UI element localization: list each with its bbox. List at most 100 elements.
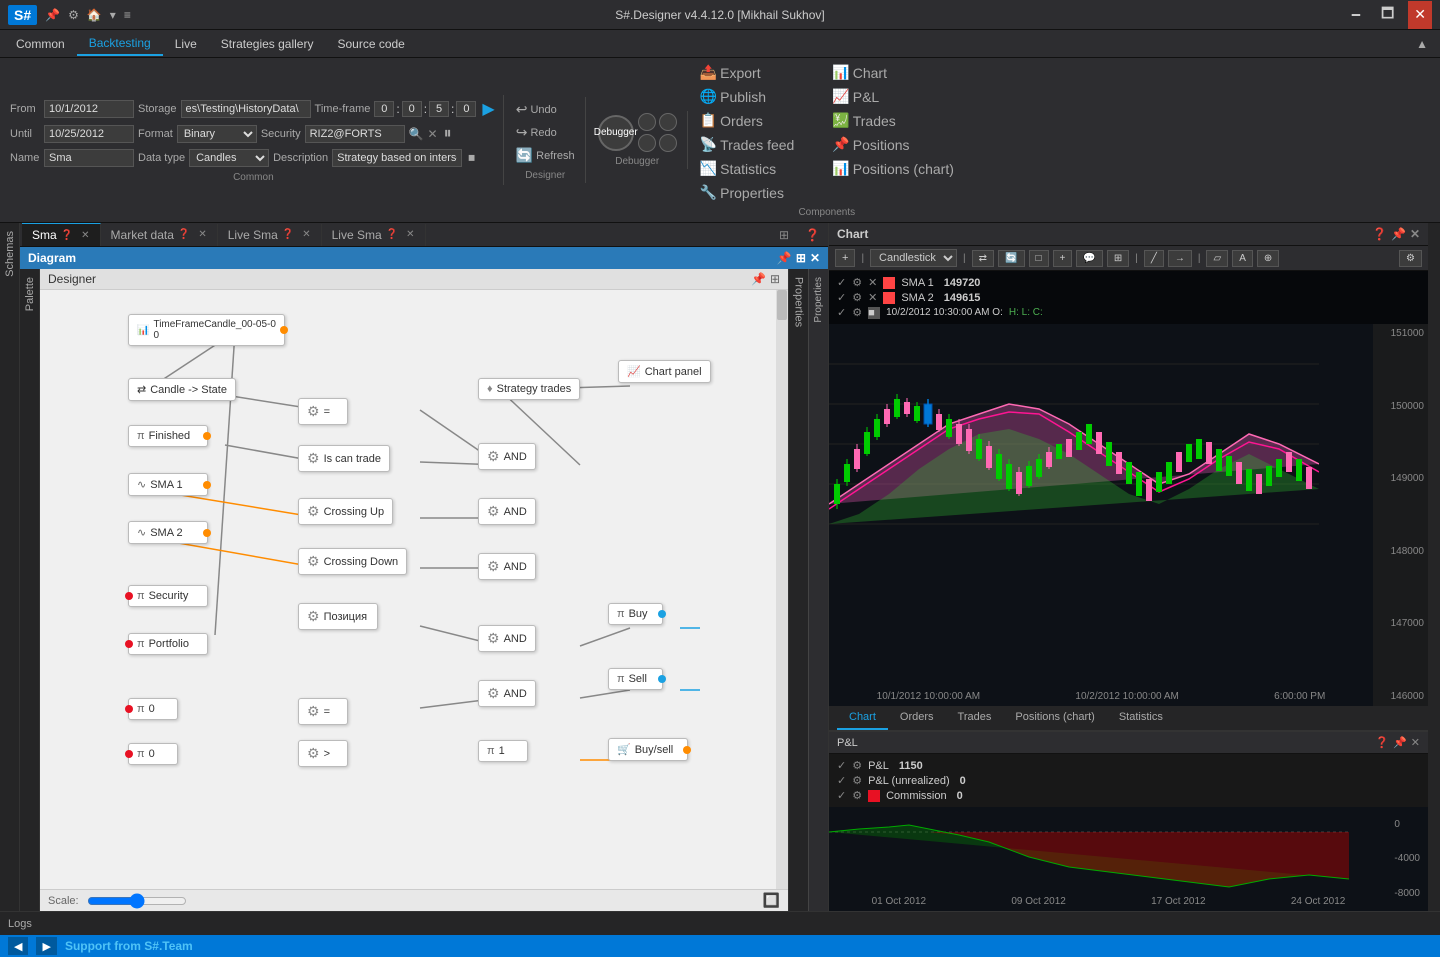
debug-btn3[interactable] — [638, 134, 656, 152]
tab-live-sma1-close[interactable]: ✕ — [302, 229, 310, 240]
chart-add-button[interactable]: + — [835, 249, 855, 267]
legend-check2[interactable]: ✓ — [837, 291, 846, 304]
diagram-float-icon[interactable]: ⊞ — [796, 251, 806, 265]
diagram-pin-icon[interactable]: 📌 — [777, 251, 792, 265]
chart-settings-btn[interactable]: ⚙ — [1399, 250, 1422, 267]
tab-help-icon[interactable]: ❓ — [797, 224, 828, 246]
orders-button[interactable]: 📋 Orders — [696, 110, 826, 131]
storage-input[interactable] — [181, 100, 311, 118]
node-one[interactable]: π 1 — [478, 740, 528, 762]
until-input[interactable] — [44, 125, 134, 143]
security-search-icon[interactable]: 🔍 — [409, 127, 424, 141]
legend-x1[interactable]: ✕ — [868, 276, 877, 289]
titlebar-icon-home[interactable]: 🏠 — [87, 8, 102, 22]
refresh-button[interactable]: 🔄 Refresh — [512, 145, 579, 166]
tab-live-sma2-close[interactable]: ✕ — [406, 229, 414, 240]
diagram-canvas[interactable]: 📊 TimeFrameCandle_00-05-00 ⇄ Candle -> S… — [40, 290, 788, 889]
chart-pin-icon[interactable]: 📌 — [1391, 227, 1406, 241]
node-equals1[interactable]: ⚙ = — [298, 398, 348, 425]
node-zero1[interactable]: π 0 — [128, 698, 178, 720]
tab-chart[interactable]: Chart — [837, 706, 888, 730]
node-buy-sell[interactable]: 🛒 Buy/sell — [608, 738, 688, 761]
palette-label[interactable]: Palette — [20, 269, 40, 319]
chart-draw1[interactable]: ╱ — [1144, 250, 1164, 267]
name-input[interactable] — [44, 149, 134, 167]
titlebar-icon-settings[interactable]: ⚙ — [68, 8, 79, 22]
datatype-select[interactable]: Candles — [189, 149, 269, 167]
diagram-close-icon[interactable]: ✕ — [810, 251, 820, 265]
menu-backtesting[interactable]: Backtesting — [77, 32, 163, 56]
undo-button[interactable]: ↩ Undo — [512, 99, 579, 120]
collapse-icon[interactable]: ▲ — [1408, 33, 1436, 55]
node-and5[interactable]: ⚙ AND — [478, 680, 536, 707]
titlebar-icon-pin[interactable]: 📌 — [45, 8, 60, 22]
node-candle-state[interactable]: ⇄ Candle -> State — [128, 378, 236, 401]
tab-sma[interactable]: Sma ❓ ✕ — [22, 223, 101, 246]
chart-tool3[interactable]: □ — [1029, 250, 1049, 267]
from-input[interactable] — [44, 100, 134, 118]
legend-check3[interactable]: ✓ — [837, 306, 846, 319]
chart-tool6[interactable]: ⊞ — [1107, 250, 1129, 267]
tab-sma-help[interactable]: ❓ — [61, 230, 73, 241]
properties-label-v[interactable]: Properties — [789, 269, 809, 335]
candlestick-select[interactable]: Candlestick — [870, 249, 957, 267]
breakpoint-circle[interactable]: Debugger — [598, 115, 634, 151]
chart-close-icon[interactable]: ✕ — [1410, 227, 1420, 241]
tab-market-data-close[interactable]: ✕ — [198, 229, 206, 240]
stop-button[interactable]: ⏹ — [466, 147, 477, 168]
node-crossing-down[interactable]: ⚙ Crossing Down — [298, 548, 407, 575]
node-and3[interactable]: ⚙ AND — [478, 553, 536, 580]
node-portfolio[interactable]: π Portfolio — [128, 633, 208, 655]
pnl-pin-icon[interactable]: 📌 — [1393, 736, 1407, 749]
legend-gear1[interactable]: ⚙ — [852, 276, 862, 289]
properties-button[interactable]: 🔧 Properties — [696, 182, 826, 203]
tab-sma-close[interactable]: ✕ — [81, 230, 89, 241]
chart-draw2[interactable]: → — [1168, 250, 1192, 267]
trades-button[interactable]: 💹 Trades — [828, 110, 958, 131]
legend-gear2[interactable]: ⚙ — [852, 291, 862, 304]
tab-live-sma1[interactable]: Live Sma ❓ ✕ — [218, 224, 322, 246]
close-button[interactable]: ✕ — [1408, 1, 1432, 29]
pnl-check3[interactable]: ✓ — [837, 789, 846, 802]
schemas-label[interactable]: Schemas — [0, 223, 20, 285]
positions-button[interactable]: 📌 Positions — [828, 134, 958, 155]
menu-strategies-gallery[interactable]: Strategies gallery — [209, 33, 326, 55]
node-is-can-trade[interactable]: ⚙ Is can trade — [298, 445, 390, 472]
node-greater[interactable]: ⚙ > — [298, 740, 348, 767]
description-input[interactable] — [332, 149, 462, 167]
menu-common[interactable]: Common — [4, 33, 77, 55]
diagram-pan-icon[interactable]: 🔲 — [763, 892, 780, 909]
chart-tool2[interactable]: 🔄 — [998, 250, 1024, 267]
node-chart-panel[interactable]: 📈 Chart panel — [618, 360, 711, 383]
debug-btn1[interactable] — [638, 113, 656, 131]
pnl-button[interactable]: 📈 P&L — [828, 86, 958, 107]
legend-x2[interactable]: ✕ — [868, 291, 877, 304]
chart-text-btn[interactable]: A — [1232, 250, 1253, 267]
pnl-gear2[interactable]: ⚙ — [852, 774, 862, 787]
chart-button[interactable]: 📊 Chart — [828, 62, 958, 83]
legend-check1[interactable]: ✓ — [837, 276, 846, 289]
designer-float-icon[interactable]: ⊞ — [770, 272, 780, 286]
debug-btn4[interactable] — [659, 134, 677, 152]
menu-live[interactable]: Live — [163, 33, 209, 55]
export-button[interactable]: 📤 Export — [696, 62, 826, 83]
support-text[interactable]: Support from S#.Team — [65, 939, 193, 953]
time-h[interactable] — [374, 101, 394, 117]
tab-orders[interactable]: Orders — [888, 706, 946, 730]
pnl-gear3[interactable]: ⚙ — [852, 789, 862, 802]
scale-input[interactable] — [87, 894, 187, 908]
node-and1[interactable]: ⚙ AND — [478, 443, 536, 470]
node-crossing-up[interactable]: ⚙ Crossing Up — [298, 498, 393, 525]
legend-gear3[interactable]: ⚙ — [852, 306, 862, 319]
node-equals2[interactable]: ⚙ = — [298, 698, 348, 725]
pnl-help-icon[interactable]: ❓ — [1375, 736, 1389, 749]
scrollbar-thumb[interactable] — [777, 290, 787, 320]
chart-draw3[interactable]: ▱ — [1206, 250, 1228, 267]
pnl-gear1[interactable]: ⚙ — [852, 759, 862, 772]
pnl-close-icon[interactable]: ✕ — [1411, 736, 1420, 749]
node-sell[interactable]: π Sell — [608, 668, 663, 690]
format-select[interactable]: Binary — [177, 125, 257, 143]
tab-expand-icon[interactable]: ⊞ — [771, 224, 797, 246]
pnl-check1[interactable]: ✓ — [837, 759, 846, 772]
trades-feed-button[interactable]: 📡 Trades feed — [696, 134, 826, 155]
